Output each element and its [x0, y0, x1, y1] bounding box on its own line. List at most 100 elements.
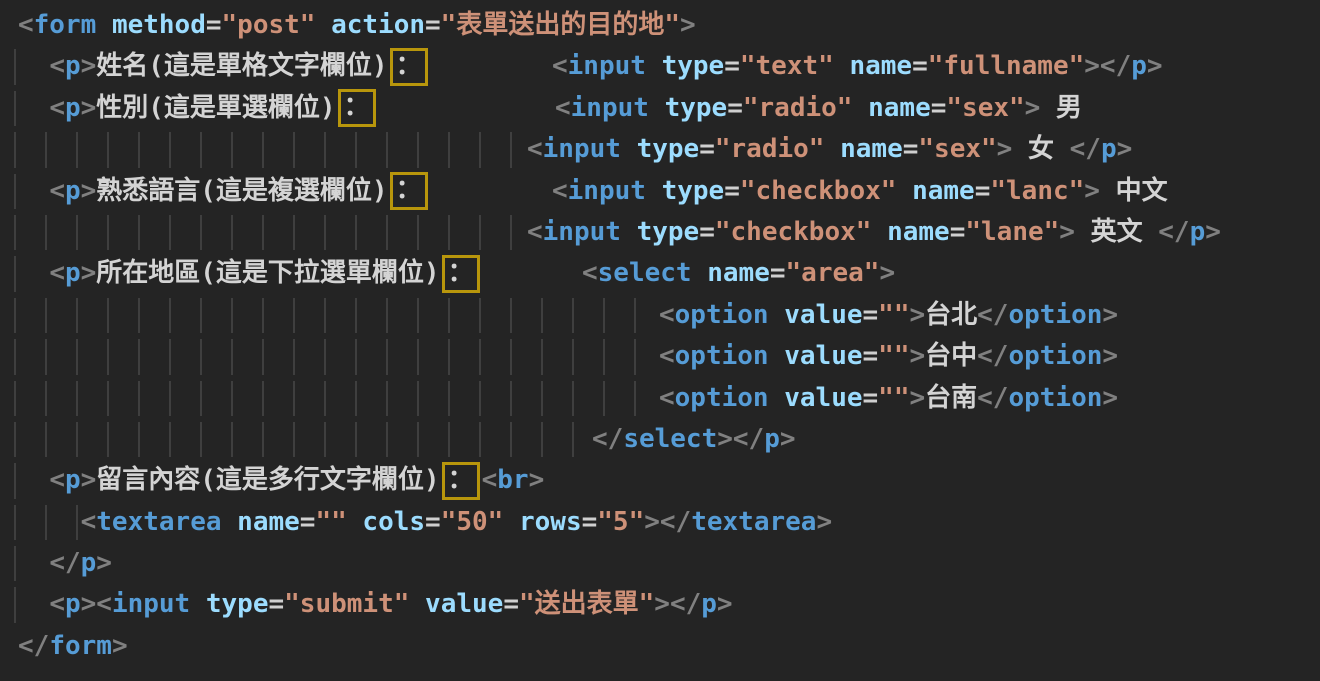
token-tag-name: textarea [96, 507, 221, 537]
token-equals: = [770, 258, 786, 288]
token-punctuation: > [112, 631, 128, 661]
ambiguous-unicode-highlight: ： [442, 255, 480, 293]
token-text [18, 589, 49, 619]
token-text [18, 548, 49, 578]
token-tag-name: p [1101, 134, 1117, 164]
token-punctuation: < [659, 341, 675, 371]
code-line-5[interactable]: <p>熟悉語言(這是複選欄位)：<input type="checkbox" n… [0, 171, 1320, 212]
code-line-11[interactable]: </select></p> [0, 419, 1320, 460]
token-punctuation: > [1205, 217, 1221, 247]
code-line-2[interactable]: <p>姓名(這是單格文字欄位)：<input type="text" name=… [0, 46, 1320, 87]
token-attribute-name: method [112, 10, 206, 40]
code-line-7[interactable]: <p>所在地區(這是下拉選單欄位)：<select name="area"> [0, 253, 1320, 294]
token-tag-name: p [764, 424, 780, 454]
token-text [190, 589, 206, 619]
token-tag-name: p [65, 176, 81, 206]
token-text [769, 341, 785, 371]
token-text [18, 51, 49, 81]
token-tag-name: option [1008, 341, 1102, 371]
code-line-6[interactable]: <input type="checkbox" name="lane"> 英文 <… [0, 212, 1320, 253]
token-text: 熟悉語言(這是複選欄位) [96, 176, 387, 206]
token-punctuation: < [482, 465, 498, 495]
indent-guides [14, 298, 644, 333]
token-text [222, 507, 238, 537]
token-equals: = [300, 507, 316, 537]
token-string: "lane" [965, 217, 1059, 247]
token-attribute-name: rows [519, 507, 582, 537]
code-line-1[interactable]: <form method="post" action="表單送出的目的地"> [0, 5, 1320, 46]
code-line-16[interactable]: </form> [0, 626, 1320, 667]
token-string: "checkbox" [740, 176, 897, 206]
token-text [646, 176, 662, 206]
token-punctuation: > [879, 258, 895, 288]
code-editor[interactable]: <form method="post" action="表單送出的目的地"> <… [0, 0, 1320, 681]
token-text [852, 93, 868, 123]
token-punctuation: < [49, 93, 65, 123]
token-punctuation: > [81, 589, 97, 619]
token-punctuation: > [1059, 217, 1075, 247]
token-text [503, 507, 519, 537]
token-attribute-name: type [662, 176, 725, 206]
code-line-14[interactable]: </p> [0, 543, 1320, 584]
code-line-3[interactable]: <p>性別(這是單選欄位)：<input type="radio" name="… [0, 88, 1320, 129]
token-equals: = [950, 217, 966, 247]
token-punctuation: > [816, 507, 832, 537]
token-attribute-name: action [331, 10, 425, 40]
token-punctuation: > [81, 51, 97, 81]
token-text [18, 258, 49, 288]
token-punctuation: </ [977, 383, 1008, 413]
token-equals: = [724, 51, 740, 81]
token-attribute-name: value [425, 589, 503, 619]
token-attribute-name: type [637, 134, 700, 164]
token-tag-name: form [49, 631, 112, 661]
token-punctuation: ></ [644, 507, 691, 537]
code-line-7-column2: <select name="area"> [582, 253, 895, 294]
ambiguous-unicode-highlight: ： [390, 172, 428, 210]
token-attribute-name: cols [362, 507, 425, 537]
indent-guides [14, 339, 644, 374]
token-equals: = [425, 507, 441, 537]
code-line-6-column2: <input type="checkbox" name="lane"> 英文 <… [527, 212, 1221, 253]
token-equals: = [903, 134, 919, 164]
token-punctuation: > [1117, 134, 1133, 164]
token-string: "checkbox" [715, 217, 872, 247]
token-tag-name: input [571, 93, 649, 123]
token-punctuation: > [1102, 300, 1118, 330]
code-line-13[interactable]: <textarea name="" cols="50" rows="5"></t… [0, 502, 1320, 543]
token-punctuation: < [527, 134, 543, 164]
token-tag-name: p [701, 589, 717, 619]
token-equals: = [269, 589, 285, 619]
token-equals: = [699, 134, 715, 164]
token-equals: = [582, 507, 598, 537]
token-string: "lanc" [990, 176, 1084, 206]
code-line-15[interactable]: <p><input type="submit" value="送出表單"></p… [0, 584, 1320, 625]
token-punctuation: > [909, 383, 925, 413]
token-punctuation: </ [592, 424, 623, 454]
token-punctuation: < [96, 589, 112, 619]
token-text: 性別(這是單選欄位) [96, 93, 335, 123]
indent-guides [14, 422, 574, 457]
token-text [347, 507, 363, 537]
token-text: 台北 [925, 300, 977, 330]
code-line-4[interactable]: <input type="radio" name="sex"> 女 </p> [0, 129, 1320, 170]
token-attribute-name: name [849, 51, 912, 81]
token-string: "sex" [918, 134, 996, 164]
token-punctuation: < [582, 258, 598, 288]
token-attribute-name: name [707, 258, 770, 288]
token-text: 英文 [1075, 217, 1158, 247]
code-line-9[interactable]: <option value="">台中</option> [0, 336, 1320, 377]
token-tag-name: option [1008, 300, 1102, 330]
token-attribute-name: name [840, 134, 903, 164]
token-text [621, 217, 637, 247]
token-text [646, 51, 662, 81]
code-line-12[interactable]: <p>留言內容(這是多行文字欄位)：<br> [0, 460, 1320, 501]
token-string: "" [878, 300, 909, 330]
token-tag-name: option [675, 383, 769, 413]
token-punctuation: > [717, 589, 733, 619]
token-tag-name: p [65, 258, 81, 288]
token-punctuation: > [1084, 176, 1100, 206]
token-attribute-name: type [665, 93, 728, 123]
token-equals: = [975, 176, 991, 206]
code-line-8[interactable]: <option value="">台北</option> [0, 295, 1320, 336]
code-line-10[interactable]: <option value="">台南</option> [0, 378, 1320, 419]
